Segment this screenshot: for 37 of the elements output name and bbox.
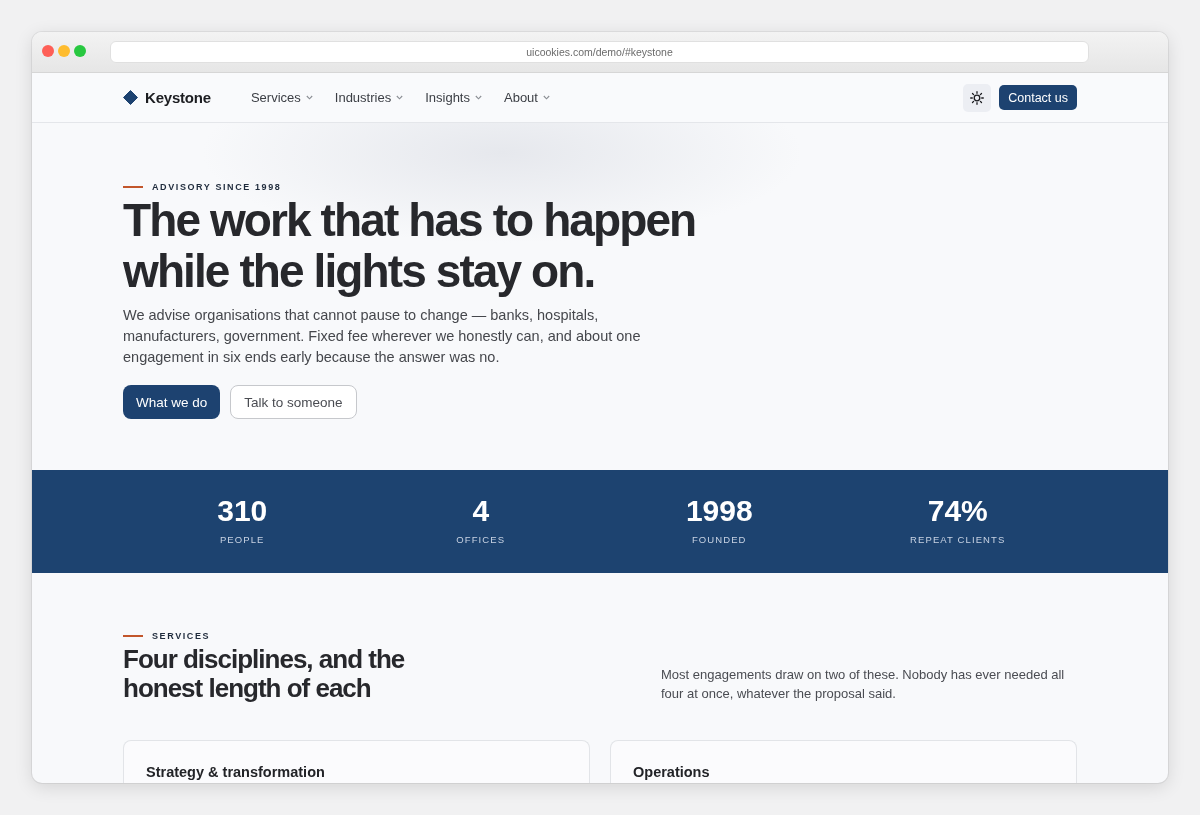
nav-menu-item[interactable]: Industries — [334, 90, 404, 105]
eyebrow-label: ADVISORY SINCE 1998 — [152, 181, 282, 194]
hero-paragraph: We advise organisations that cannot pause to change — banks, hospitals, manufacturers, government. Fixed fee wherever we honestly can, and about one engagement in six ends early because the answer was no. — [123, 306, 642, 367]
accent-line — [123, 186, 143, 188]
stat-value: 74% — [927, 493, 988, 529]
card-title: Operations — [633, 762, 711, 782]
section-heading: Four disciplines, and the honest length of each — [123, 644, 406, 703]
chevron-down-icon — [542, 95, 550, 100]
primary-button[interactable]: What we do — [123, 385, 221, 419]
accent-line — [123, 635, 143, 637]
contact-button[interactable]: Contact us — [999, 85, 1077, 110]
address-bar[interactable]: uicookies.com/demo/#keystone — [110, 41, 1089, 63]
chevron-down-icon — [305, 95, 313, 100]
zoom-window-icon[interactable] — [74, 45, 86, 57]
stat-value: 4 — [472, 493, 490, 529]
theme-toggle-button[interactable] — [963, 83, 992, 112]
stat-label: REPEAT CLIENTS — [910, 533, 1006, 547]
stat-label: OFFICES — [456, 533, 506, 547]
chevron-down-icon — [396, 95, 404, 100]
stat-label: PEOPLE — [219, 533, 265, 547]
close-window-icon[interactable] — [42, 45, 54, 57]
diamond-logo-icon — [123, 90, 138, 105]
card-title: Strategy & transformation — [146, 762, 326, 782]
sun-icon — [970, 90, 985, 105]
section-intro: Most engagements draw on two of these. Nobody has ever needed all four at once, whatever the proposal said. — [661, 665, 1066, 703]
stat-label: FOUNDED — [691, 533, 747, 547]
brand-name: Keystone — [145, 89, 211, 106]
eyebrow-label: SERVICES — [152, 630, 211, 643]
hero-heading: The work that has to happen while the lights stay on. — [123, 195, 697, 297]
nav-menu-item[interactable]: Services — [250, 90, 313, 105]
nav-menu-item[interactable]: About — [504, 90, 550, 105]
secondary-button[interactable]: Talk to someone — [230, 385, 357, 419]
minimize-window-icon[interactable] — [58, 45, 70, 57]
stat-value: 310 — [217, 493, 268, 529]
nav-menu-item[interactable]: Insights — [425, 90, 482, 105]
stat-value: 1998 — [685, 493, 753, 529]
chevron-down-icon — [475, 95, 482, 100]
